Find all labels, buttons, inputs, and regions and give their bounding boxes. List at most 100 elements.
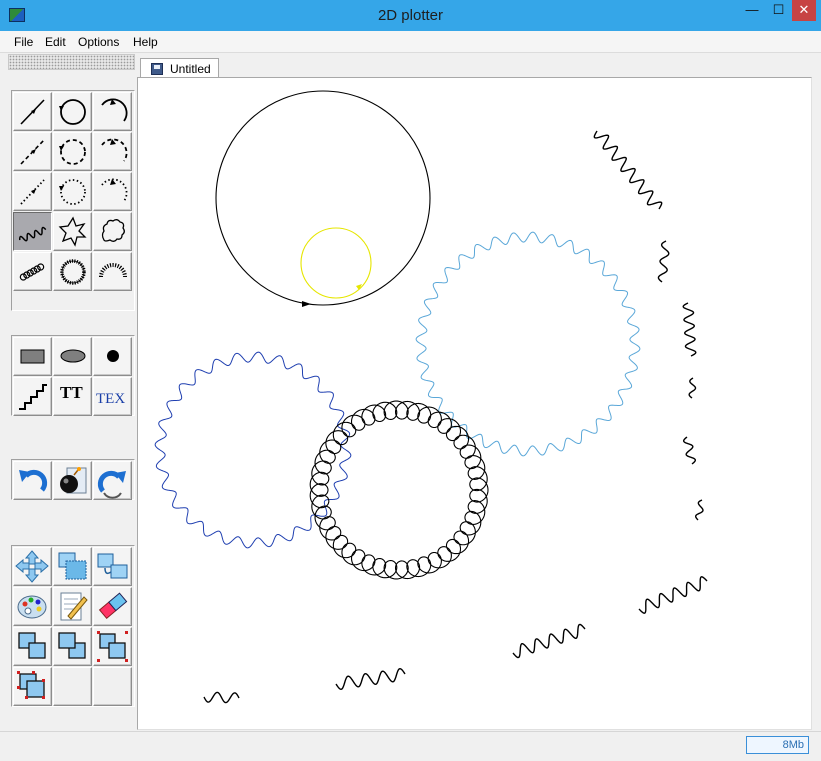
coil-arc-tool[interactable]: [93, 252, 132, 291]
circle-solid-icon: [59, 99, 86, 125]
edit-properties-tool[interactable]: [53, 587, 92, 626]
menu-edit[interactable]: Edit: [45, 35, 66, 49]
group-select-icon: [97, 631, 128, 662]
arc-dotted-tool[interactable]: [93, 172, 132, 211]
big-circle[interactable]: [215, 90, 431, 306]
group-select-tool[interactable]: [93, 627, 132, 666]
burst-wave-tool[interactable]: [93, 212, 132, 251]
wave-stroke[interactable]: [512, 623, 586, 659]
tab-untitled[interactable]: Untitled: [140, 58, 219, 79]
select-region-icon: [58, 552, 87, 580]
curve-tools-group: [11, 90, 135, 311]
rectangle-icon: [20, 349, 45, 364]
tex-tool[interactable]: TEX: [93, 377, 132, 416]
palette-tool[interactable]: [13, 587, 52, 626]
ungroup-select-tool[interactable]: [13, 667, 52, 706]
drawing-canvas[interactable]: [137, 77, 812, 730]
arc-dashed-tool[interactable]: [93, 132, 132, 171]
circle-dotted-tool[interactable]: [53, 172, 92, 211]
circle-solid-tool[interactable]: [53, 92, 92, 131]
menu-file[interactable]: File: [14, 35, 33, 49]
status-bar: 8Mb: [0, 731, 821, 761]
ellipse-tool[interactable]: [53, 337, 92, 376]
redo-icon: [97, 470, 126, 499]
copy-region-tool[interactable]: [93, 547, 132, 586]
dot-icon: [107, 350, 119, 362]
big-circle-arrow[interactable]: [302, 301, 311, 307]
dot-tool[interactable]: [93, 337, 132, 376]
arc-solid-tool[interactable]: [93, 92, 132, 131]
eraser-tool[interactable]: [93, 587, 132, 626]
svg-text:TEX: TEX: [96, 391, 125, 407]
toolbar-grip[interactable]: [8, 54, 135, 70]
wave-stroke[interactable]: [657, 240, 670, 283]
edit-properties-icon: [60, 592, 88, 621]
maximize-button[interactable]: ☐: [765, 0, 792, 21]
circle-dashed-icon: [59, 139, 86, 165]
disk-icon: [151, 63, 163, 75]
coil-icon: [19, 263, 45, 281]
redo-button[interactable]: [93, 461, 132, 500]
line-dashed-icon: [20, 139, 45, 165]
wave-stroke[interactable]: [694, 499, 704, 521]
edit-tools-group: [11, 545, 135, 707]
text-tool-icon: TT: [60, 383, 83, 402]
wave-stroke[interactable]: [335, 667, 406, 691]
send-back-icon: [58, 632, 86, 659]
select-region-tool[interactable]: [53, 547, 92, 586]
burst-wave-icon: [101, 219, 125, 242]
shape-tools-group: TT TEX: [11, 335, 135, 416]
arc-solid-icon: [101, 98, 128, 122]
memory-indicator: 8Mb: [746, 736, 809, 754]
coil-tool[interactable]: [13, 252, 52, 291]
history-tools-group: [11, 459, 135, 500]
send-back-tool[interactable]: [53, 627, 92, 666]
wave-stroke[interactable]: [682, 436, 697, 465]
line-dashed-tool[interactable]: [13, 132, 52, 171]
light-blue-wavy-ring[interactable]: [415, 231, 641, 457]
wave-stroke[interactable]: [203, 691, 240, 704]
menu-options[interactable]: Options: [78, 35, 119, 49]
document-tabs: Untitled: [137, 55, 812, 79]
rectangle-tool[interactable]: [13, 337, 52, 376]
wave-stroke[interactable]: [593, 130, 663, 210]
plot-area[interactable]: [138, 78, 812, 730]
wave-tool[interactable]: [13, 212, 52, 251]
coil-ring-tool[interactable]: [53, 252, 92, 291]
minimize-button[interactable]: —: [739, 0, 765, 21]
star-wave-tool[interactable]: [53, 212, 92, 251]
staircase-icon: [19, 384, 47, 410]
bring-front-icon: [18, 632, 46, 659]
tex-tool-icon: TEX: [96, 391, 125, 407]
wave-icon: [18, 226, 47, 242]
line-solid-tool[interactable]: [13, 92, 52, 131]
line-dotted-icon: [20, 179, 45, 205]
move-tool[interactable]: [13, 547, 52, 586]
circle-dashed-tool[interactable]: [53, 132, 92, 171]
menu-help[interactable]: Help: [133, 35, 158, 49]
bring-front-tool[interactable]: [13, 627, 52, 666]
arc-dotted-icon: [101, 178, 128, 202]
eraser-icon: [98, 592, 128, 620]
bomb-clear-icon: [60, 467, 87, 494]
undo-button[interactable]: [13, 461, 52, 500]
coil-ring-icon: [60, 259, 86, 285]
window-title: 2D plotter: [377, 7, 444, 24]
clear-button[interactable]: [53, 461, 92, 500]
arc-dashed-icon: [101, 138, 128, 162]
staircase-tool[interactable]: [13, 377, 52, 416]
wave-stroke[interactable]: [638, 576, 708, 614]
empty-tool-slot: [93, 667, 132, 706]
wave-stroke[interactable]: [682, 302, 697, 357]
copy-region-icon: [97, 553, 128, 579]
menu-bar: File Edit Options Help: [0, 31, 821, 53]
yellow-circle[interactable]: [300, 227, 372, 299]
svg-text:TT: TT: [60, 383, 83, 402]
title-bar: 2D plotter — ☐ ✕: [0, 0, 821, 31]
line-dotted-tool[interactable]: [13, 172, 52, 211]
move-arrows-icon: [15, 550, 49, 583]
ellipse-icon: [60, 349, 86, 363]
close-button[interactable]: ✕: [792, 0, 816, 21]
wave-stroke[interactable]: [688, 377, 697, 399]
text-tool[interactable]: TT: [53, 377, 92, 416]
